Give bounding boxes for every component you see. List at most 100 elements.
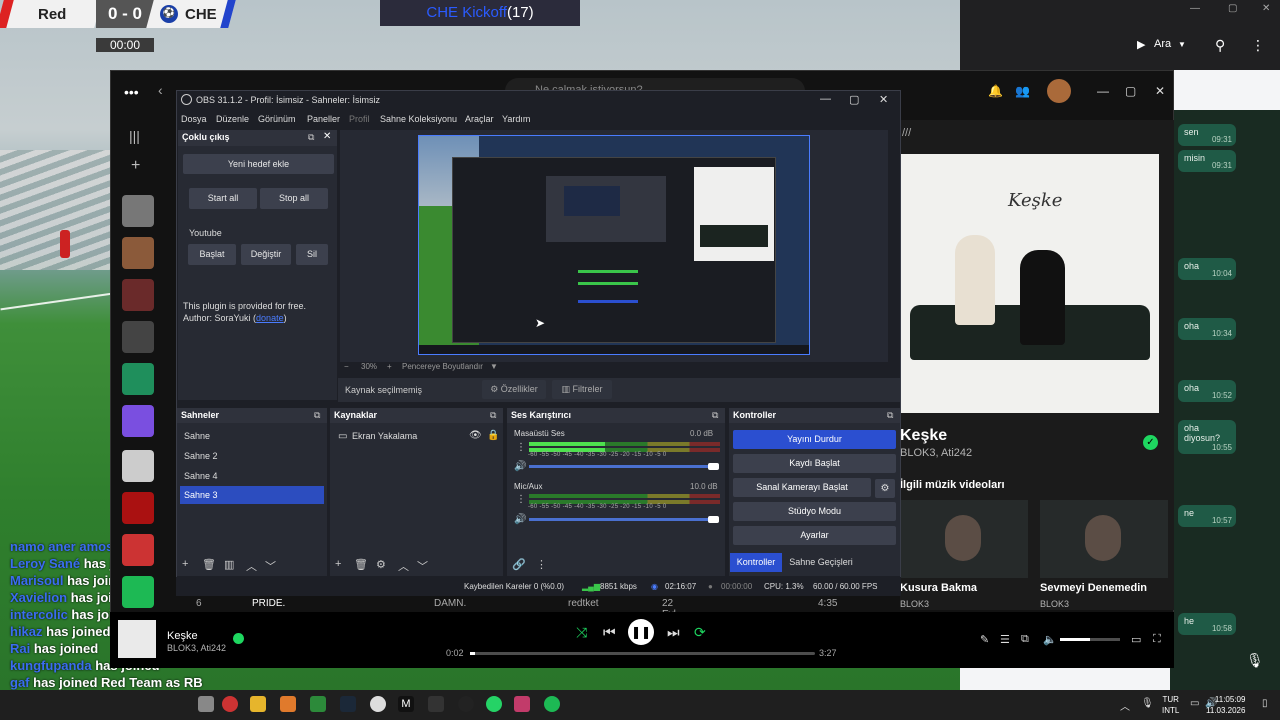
playlist-thumb[interactable] bbox=[122, 450, 154, 482]
saved-check-icon[interactable] bbox=[233, 633, 244, 644]
taskbar-app-icon[interactable] bbox=[198, 696, 214, 712]
saved-check-icon[interactable]: ✓ bbox=[1143, 435, 1158, 450]
video-artist[interactable]: BLOK3 bbox=[1040, 599, 1069, 609]
obs-taskbar-icon[interactable] bbox=[458, 696, 474, 712]
filter-icon[interactable]: ▥ bbox=[224, 558, 234, 571]
chat-message[interactable]: oha diyosun? 10:55 bbox=[1178, 420, 1236, 454]
friends-icon[interactable]: 👥 bbox=[1015, 84, 1030, 98]
video-title[interactable]: Sevmeyi Denemedin bbox=[1040, 582, 1147, 594]
down-icon[interactable]: ﹀ bbox=[265, 558, 276, 574]
add-icon[interactable]: + bbox=[335, 558, 341, 570]
next-icon[interactable]: ⏭ bbox=[667, 624, 680, 641]
lyrics-icon[interactable]: ✎ bbox=[980, 633, 989, 646]
track-artist[interactable]: BLOK3, Ati242 bbox=[900, 447, 972, 459]
speaker-icon[interactable]: 🔊 bbox=[514, 461, 526, 472]
gear-icon[interactable]: ⚙ bbox=[376, 558, 386, 571]
volume-fader[interactable] bbox=[529, 518, 719, 521]
liked-songs-icon[interactable] bbox=[122, 405, 154, 437]
opera-icon[interactable] bbox=[222, 696, 238, 712]
menu-edit[interactable]: Düzenle bbox=[216, 114, 249, 124]
close-icon[interactable]: ✕ bbox=[1262, 3, 1270, 14]
source-item[interactable]: ▭ Ekran Yakalama 👁 🔒 bbox=[333, 428, 503, 444]
search-icon[interactable]: ⚲ bbox=[1215, 37, 1225, 54]
settings-button[interactable]: Ayarlar bbox=[733, 526, 896, 545]
fader-knob[interactable] bbox=[708, 516, 719, 523]
volume-icon[interactable]: 🔈 bbox=[1043, 633, 1057, 646]
miniplayer-icon[interactable]: ▭ bbox=[1131, 633, 1141, 646]
plus-icon[interactable]: + bbox=[131, 157, 140, 175]
dock-close-icon[interactable]: ✕ bbox=[323, 131, 331, 142]
queue-icon[interactable]: ☰ bbox=[1000, 633, 1010, 646]
gear-icon[interactable]: ⚙ bbox=[875, 479, 895, 498]
studio-mode-button[interactable]: Stüdyo Modu bbox=[733, 502, 896, 521]
chat-message[interactable]: oha 10:52 bbox=[1178, 380, 1236, 402]
delete-button[interactable]: Sil bbox=[296, 244, 328, 265]
fullscreen-icon[interactable]: ⛶ bbox=[1153, 633, 1161, 646]
progress-bar[interactable] bbox=[470, 652, 815, 655]
playlist-thumb[interactable] bbox=[122, 534, 154, 566]
video-thumb[interactable] bbox=[1040, 500, 1168, 578]
connect-device-icon[interactable]: ⧉ bbox=[1021, 633, 1029, 646]
video-call-icon[interactable]: ▶ bbox=[1137, 38, 1145, 51]
menu-view[interactable]: Görünüm bbox=[258, 114, 296, 124]
video-thumb[interactable] bbox=[900, 500, 1028, 578]
donate-link[interactable]: donate bbox=[256, 313, 284, 323]
tab-transitions[interactable]: Sahne Geçişleri bbox=[786, 553, 856, 572]
back-arrow-icon[interactable]: ‹ bbox=[158, 82, 163, 98]
stop-stream-button[interactable]: Yayını Durdur bbox=[733, 430, 896, 449]
now-playing-cover[interactable] bbox=[118, 620, 156, 658]
volume-fader[interactable] bbox=[529, 465, 719, 468]
chat-message[interactable]: he 10:58 bbox=[1178, 613, 1236, 635]
battery-icon[interactable]: ▯ bbox=[1262, 698, 1268, 709]
add-icon[interactable]: + bbox=[182, 558, 188, 570]
dock-float-icon[interactable]: ⧉ bbox=[490, 410, 496, 421]
close-icon[interactable]: ✕ bbox=[879, 93, 888, 106]
now-playing-title[interactable]: Keşke bbox=[167, 630, 198, 642]
call-button[interactable]: Ara bbox=[1154, 38, 1171, 50]
chat-message[interactable]: oha 10:34 bbox=[1178, 318, 1236, 340]
app-icon[interactable] bbox=[428, 696, 444, 712]
dock-float-icon[interactable]: ⧉ bbox=[887, 410, 893, 421]
close-icon[interactable]: ✕ bbox=[1155, 84, 1165, 98]
change-button[interactable]: Değiştir bbox=[241, 244, 291, 265]
bell-icon[interactable]: 🔔 bbox=[988, 84, 1003, 98]
playlist-thumb[interactable] bbox=[122, 237, 154, 269]
pause-button[interactable]: ❚❚ bbox=[628, 619, 654, 645]
now-playing-artist[interactable]: BLOK3, Ati242 bbox=[167, 643, 226, 653]
trash-icon[interactable]: 🗑 bbox=[202, 558, 216, 571]
maximize-icon[interactable]: ▢ bbox=[1228, 3, 1237, 14]
previous-icon[interactable]: ⏮ bbox=[603, 624, 616, 641]
up-icon[interactable]: ︿ bbox=[246, 558, 257, 574]
playlist-thumb[interactable] bbox=[122, 279, 154, 311]
properties-button[interactable]: ⚙ Özellikler bbox=[482, 380, 546, 399]
game-app-icon[interactable] bbox=[310, 696, 326, 712]
menu-help[interactable]: Yardım bbox=[502, 114, 530, 124]
playlist-thumb[interactable] bbox=[122, 321, 154, 353]
video-title[interactable]: Kusura Bakma bbox=[900, 582, 977, 594]
up-icon[interactable]: ︿ bbox=[398, 558, 409, 574]
channel-menu-icon[interactable]: ⋮ bbox=[516, 442, 526, 453]
repeat-icon[interactable]: ⟳ bbox=[694, 624, 706, 641]
chat-message[interactable]: oha 10:04 bbox=[1178, 258, 1236, 280]
dock-float-icon[interactable]: ⧉ bbox=[308, 132, 314, 143]
avatar[interactable] bbox=[1047, 79, 1071, 103]
lock-icon[interactable]: 🔒 bbox=[487, 430, 499, 441]
spotify-icon[interactable] bbox=[544, 696, 560, 712]
zoom-in-button[interactable]: + bbox=[387, 362, 392, 371]
menu-profile[interactable]: Profil bbox=[349, 114, 370, 124]
minimize-icon[interactable]: — bbox=[1190, 3, 1200, 14]
dock-float-icon[interactable]: ⧉ bbox=[712, 410, 718, 421]
tray-mic-icon[interactable]: 🎙 bbox=[1141, 698, 1154, 709]
chat-message[interactable]: ne 10:57 bbox=[1178, 505, 1236, 527]
chat-message[interactable]: sen 09:31 bbox=[1178, 124, 1236, 146]
channel-menu-icon[interactable]: ⋮ bbox=[516, 494, 526, 505]
more-menu-icon[interactable]: ⋮ bbox=[536, 558, 547, 571]
playlist-thumb[interactable] bbox=[122, 492, 154, 524]
fit-dropdown-icon[interactable]: ▼ bbox=[490, 362, 498, 371]
start-all-button[interactable]: Start all bbox=[189, 188, 257, 209]
saved-episodes-icon[interactable] bbox=[122, 576, 154, 608]
scene-item[interactable]: Sahne bbox=[180, 427, 324, 445]
tray-chevron-icon[interactable]: ︿ bbox=[1120, 698, 1130, 713]
link-icon[interactable]: 🔗 bbox=[512, 558, 526, 571]
visibility-eye-icon[interactable]: 👁 bbox=[469, 430, 482, 441]
